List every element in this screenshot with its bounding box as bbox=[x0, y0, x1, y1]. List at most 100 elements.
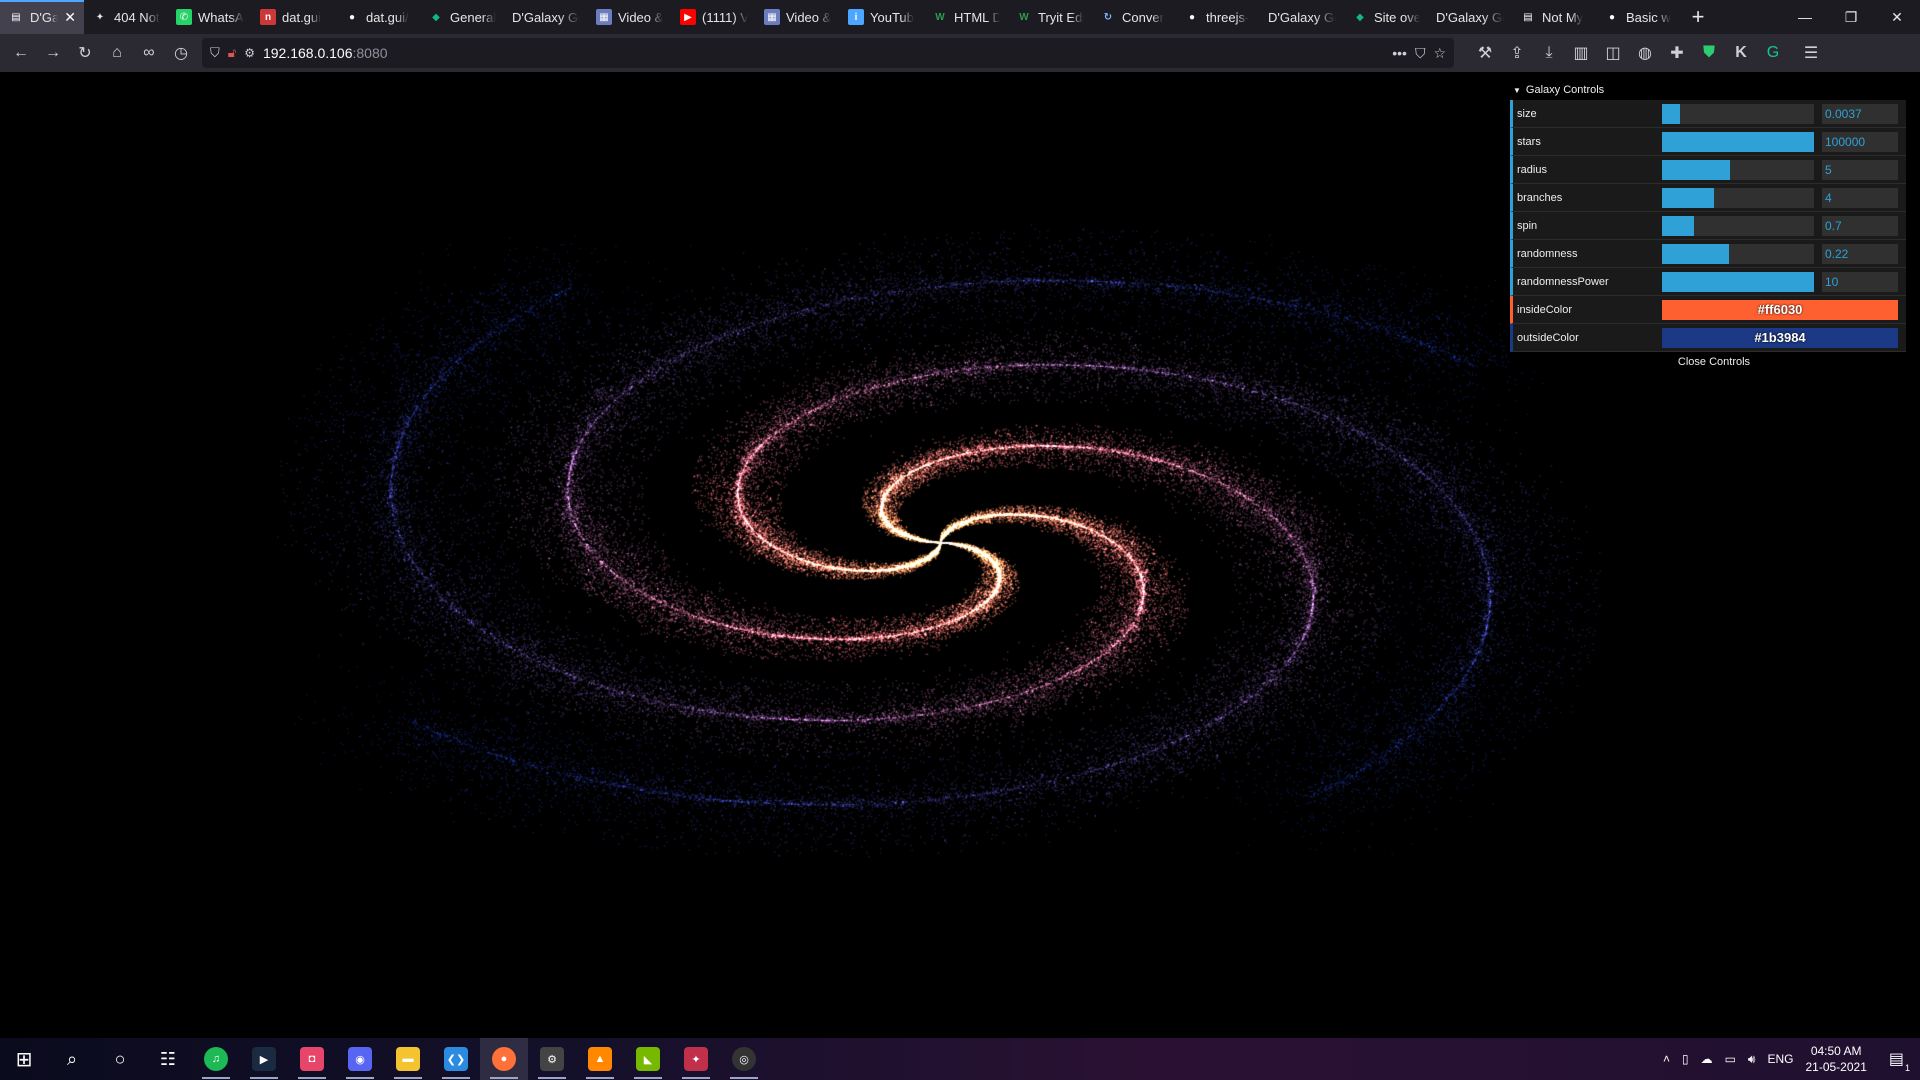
puzzle-icon[interactable]: ✚ bbox=[1662, 38, 1692, 68]
taskbar-app-glyph: ◎ bbox=[732, 1047, 756, 1071]
extension-upload-icon[interactable]: ⇪ bbox=[1502, 38, 1532, 68]
mask-icon[interactable]: ∞ bbox=[134, 38, 164, 68]
new-tab-button[interactable]: + bbox=[1680, 0, 1716, 34]
forward-icon[interactable]: → bbox=[38, 38, 68, 68]
restore-button[interactable]: ❐ bbox=[1828, 0, 1874, 34]
collapse-triangle-icon: ▼ bbox=[1513, 85, 1521, 95]
settings-icon[interactable]: ⚙ bbox=[528, 1038, 576, 1080]
url-bar[interactable]: ⛉ 🔓︎ ⚙ 192.168.0.106:8080 ••• ⛉ ☆ bbox=[202, 38, 1454, 68]
twitch-icon[interactable]: ◘ bbox=[288, 1038, 336, 1080]
browser-tab[interactable]: ● dat.gui/ bbox=[336, 0, 420, 34]
browser-tab[interactable]: W Tryit Edi bbox=[1008, 0, 1092, 34]
slider[interactable] bbox=[1662, 159, 1814, 180]
cortana-icon[interactable]: ○ bbox=[96, 1038, 144, 1080]
taskbar-app-glyph: ◉ bbox=[348, 1047, 372, 1071]
notifications-icon[interactable]: ▤ 1 bbox=[1879, 1049, 1914, 1073]
minimize-button[interactable]: ― bbox=[1782, 0, 1828, 34]
browser-tab[interactable]: ◆ Site ove bbox=[1344, 0, 1428, 34]
browser-tab[interactable]: ✦ 404 Not bbox=[84, 0, 168, 34]
browser-tab[interactable]: D'Galaxy Ge bbox=[1428, 0, 1512, 34]
insecure-lock-icon[interactable]: 🔓︎ bbox=[228, 45, 236, 61]
menu-icon[interactable]: ☰ bbox=[1796, 38, 1826, 68]
pocket-icon[interactable]: ⛉ bbox=[1415, 45, 1426, 62]
reload-icon[interactable]: ↻ bbox=[70, 38, 100, 68]
gui-title[interactable]: ▼ Galaxy Controls bbox=[1510, 80, 1906, 100]
slider[interactable] bbox=[1662, 103, 1814, 124]
browser-tab[interactable]: ▤ D'Ga ✕ bbox=[0, 0, 84, 34]
slider[interactable] bbox=[1662, 215, 1814, 236]
number-input[interactable]: 0.7 bbox=[1822, 215, 1898, 236]
close-tab-icon[interactable]: ✕ bbox=[64, 9, 76, 26]
close-controls-button[interactable]: Close Controls bbox=[1510, 352, 1906, 372]
browser-tab[interactable]: W HTML D bbox=[924, 0, 1008, 34]
file-explorer-icon[interactable]: ▬ bbox=[384, 1038, 432, 1080]
device-icon[interactable]: ▯ bbox=[1682, 1052, 1689, 1066]
obs-icon[interactable]: ◎ bbox=[720, 1038, 768, 1080]
shield-icon[interactable]: ⛉ bbox=[210, 45, 220, 61]
show-hidden-icons-icon[interactable]: ˄ bbox=[1663, 1052, 1670, 1066]
number-input[interactable]: 4 bbox=[1822, 187, 1898, 208]
number-input[interactable]: 0.0037 bbox=[1822, 103, 1898, 124]
app-icon[interactable]: ✦ bbox=[672, 1038, 720, 1080]
wrench-icon[interactable]: ⚒ bbox=[1470, 38, 1500, 68]
account-icon[interactable]: ◍ bbox=[1630, 38, 1660, 68]
firefox-icon[interactable]: ● bbox=[480, 1038, 528, 1080]
network-icon[interactable]: ▭ bbox=[1725, 1052, 1736, 1066]
extension-k-icon[interactable]: K bbox=[1726, 38, 1756, 68]
close-window-button[interactable]: ✕ bbox=[1874, 0, 1920, 34]
task-view-icon[interactable]: ☷ bbox=[144, 1038, 192, 1080]
browser-tab[interactable]: ◆ General bbox=[420, 0, 504, 34]
onedrive-icon[interactable]: ☁ bbox=[1701, 1052, 1713, 1066]
history-icon[interactable]: ◷ bbox=[166, 38, 196, 68]
number-input[interactable]: 0.22 bbox=[1822, 243, 1898, 264]
slider[interactable] bbox=[1662, 131, 1814, 152]
number-input[interactable]: 100000 bbox=[1822, 131, 1898, 152]
language-indicator[interactable]: ENG bbox=[1767, 1052, 1793, 1066]
browser-tab[interactable]: ▤ Not My bbox=[1512, 0, 1596, 34]
more-actions-icon[interactable]: ••• bbox=[1392, 45, 1407, 62]
home-icon[interactable]: ⌂ bbox=[102, 38, 132, 68]
permissions-icon[interactable]: ⚙ bbox=[244, 46, 255, 60]
browser-tab[interactable]: ● Basic w bbox=[1596, 0, 1680, 34]
url-text[interactable]: 192.168.0.106:8080 bbox=[263, 45, 388, 61]
bookmark-star-icon[interactable]: ☆ bbox=[1433, 45, 1446, 62]
browser-tab[interactable]: ✆ WhatsAp bbox=[168, 0, 252, 34]
browser-tab[interactable]: i YouTub bbox=[840, 0, 924, 34]
volume-icon[interactable]: 🔊︎ bbox=[1748, 1052, 1756, 1067]
discord-icon[interactable]: ◉ bbox=[336, 1038, 384, 1080]
tab-strip: ▤ D'Ga ✕ ✦ 404 Not ✆ WhatsAp n dat.gui ● dat.gui/ ◆… bbox=[0, 0, 1920, 34]
film-icon: ▦ bbox=[596, 9, 612, 25]
browser-tab[interactable]: ▦ Video & bbox=[588, 0, 672, 34]
color-picker[interactable]: #1b3984 bbox=[1662, 327, 1898, 348]
gui-control-randomness: randomness 0.22 bbox=[1510, 240, 1906, 268]
spotify-icon[interactable]: ♫ bbox=[192, 1038, 240, 1080]
clock[interactable]: 04:50 AM 21-05-2021 bbox=[1805, 1043, 1866, 1075]
browser-tab[interactable]: n dat.gui bbox=[252, 0, 336, 34]
adblock-shield-icon[interactable]: ⛊ bbox=[1694, 38, 1724, 68]
window-controls: ― ❐ ✕ bbox=[1782, 0, 1920, 34]
number-input[interactable]: 10 bbox=[1822, 271, 1898, 292]
sidebar-icon[interactable]: ◫ bbox=[1598, 38, 1628, 68]
library-icon[interactable]: ▥ bbox=[1566, 38, 1596, 68]
browser-tab[interactable]: ● threejs- bbox=[1176, 0, 1260, 34]
toolbar-icons: ⚒ ⇪ ⤓ ▥ ◫ ◍ ✚ ⛊ K G ☰ bbox=[1470, 38, 1826, 68]
nvidia-icon[interactable]: ◣ bbox=[624, 1038, 672, 1080]
prime-video-icon[interactable]: ▶ bbox=[240, 1038, 288, 1080]
slider[interactable] bbox=[1662, 187, 1814, 208]
slider[interactable] bbox=[1662, 271, 1814, 292]
browser-tab[interactable]: ▶ (1111) V bbox=[672, 0, 756, 34]
vscode-icon[interactable]: ❮❯ bbox=[432, 1038, 480, 1080]
search-icon[interactable]: ⌕ bbox=[48, 1038, 96, 1080]
browser-tab[interactable]: D'Galaxy Ge bbox=[504, 0, 588, 34]
browser-tab[interactable]: D'Galaxy Ge bbox=[1260, 0, 1344, 34]
number-input[interactable]: 5 bbox=[1822, 159, 1898, 180]
browser-tab[interactable]: ↻ Conver bbox=[1092, 0, 1176, 34]
slider[interactable] bbox=[1662, 243, 1814, 264]
windows-start-icon[interactable]: ⊞ bbox=[0, 1038, 48, 1080]
back-icon[interactable]: ← bbox=[6, 38, 36, 68]
color-picker[interactable]: #ff6030 bbox=[1662, 299, 1898, 320]
download-icon[interactable]: ⤓ bbox=[1534, 38, 1564, 68]
grammarly-icon[interactable]: G bbox=[1758, 38, 1788, 68]
browser-tab[interactable]: ▦ Video & bbox=[756, 0, 840, 34]
vlc-icon[interactable]: ▲ bbox=[576, 1038, 624, 1080]
